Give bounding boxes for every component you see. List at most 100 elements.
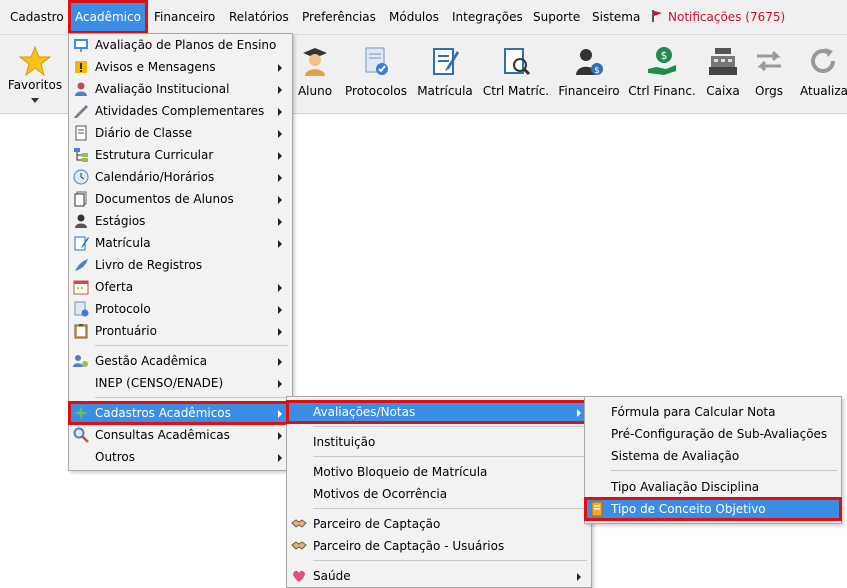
- toolbar-ctrl-financ-button[interactable]: $ Ctrl Financ.: [628, 35, 696, 113]
- submenu-item-label: Instituição: [313, 435, 376, 449]
- menu-relatorios[interactable]: Relatórios: [229, 0, 289, 34]
- menu-academico[interactable]: Acadêmico: [68, 0, 148, 34]
- toolbar-protocolos-label: Protocolos: [345, 84, 407, 98]
- hand-money-icon: $: [648, 47, 676, 75]
- menu-item-outros[interactable]: Outros: [69, 446, 292, 468]
- menu-item-label: Oferta: [95, 280, 134, 294]
- favoritos-label: Favoritos: [7, 78, 63, 92]
- menu-item-calendario-horarios[interactable]: Calendário/Horários: [69, 166, 292, 188]
- menu-item-oferta[interactable]: Oferta: [69, 276, 292, 298]
- menu-item-gestao-academica[interactable]: Gestão Acadêmica: [69, 350, 292, 372]
- menu-item-documentos-alunos[interactable]: Documentos de Alunos: [69, 188, 292, 210]
- notifications-button[interactable]: Notificações (7675): [652, 0, 785, 34]
- menu-item-label: Matrícula: [95, 236, 151, 250]
- toolbar-ctrl-matric-button[interactable]: Ctrl Matríc.: [482, 35, 550, 113]
- svg-text:$: $: [661, 49, 668, 62]
- submenu-item-label: Sistema de Avaliação: [611, 449, 740, 463]
- toolbar-financeiro-button[interactable]: $ Financeiro: [557, 35, 621, 113]
- menu-item-consultas-academicas[interactable]: Consultas Acadêmicas: [69, 424, 292, 446]
- toolbar-caixa-label: Caixa: [706, 84, 740, 98]
- submenu-item-tipo-avaliacao-disciplina[interactable]: Tipo Avaliação Disciplina: [585, 476, 841, 498]
- presentation-icon: [74, 39, 88, 52]
- menu-item-protocolo[interactable]: Protocolo: [69, 298, 292, 320]
- toolbar-aluno-button[interactable]: Aluno: [293, 35, 337, 113]
- menu-cadastro[interactable]: Cadastro: [10, 0, 64, 34]
- submenu-item-parceiro-captacao[interactable]: Parceiro de Captação: [287, 513, 591, 535]
- menu-separator: [611, 470, 837, 471]
- menu-item-inep[interactable]: INEP (CENSO/ENADE): [69, 372, 292, 394]
- menu-item-label: Calendário/Horários: [95, 170, 215, 184]
- toolbar-ctrl-financ-label: Ctrl Financ.: [628, 84, 696, 98]
- submenu-item-sistema-avaliacao[interactable]: Sistema de Avaliação: [585, 445, 841, 467]
- menu-separator: [95, 345, 288, 346]
- submenu-item-parceiro-captacao-usuarios[interactable]: Parceiro de Captação - Usuários: [287, 535, 591, 557]
- menu-sistema[interactable]: Sistema: [592, 0, 640, 34]
- submenu-arrow-icon: [278, 86, 282, 94]
- menu-integracoes[interactable]: Integrações: [452, 0, 523, 34]
- document-search-icon: [504, 48, 531, 76]
- menu-item-cadastros-academicos[interactable]: Cadastros Acadêmicos: [68, 401, 293, 425]
- submenu-item-pre-configuracao[interactable]: Pré-Configuração de Sub-Avaliações: [585, 423, 841, 445]
- submenu-arrow-icon: [278, 108, 282, 116]
- flag-icon: [652, 10, 662, 22]
- toolbar-ctrl-matric-label: Ctrl Matríc.: [482, 84, 550, 98]
- submenu-arrow-icon: [278, 196, 282, 204]
- submenu-item-label: Motivo Bloqueio de Matrícula: [313, 465, 488, 479]
- avaliacoes-notas-submenu: Fórmula para Calcular Nota Pré-Configura…: [584, 396, 842, 524]
- submenu-arrow-icon: [278, 358, 282, 366]
- star-icon: [19, 45, 51, 77]
- menu-item-prontuario[interactable]: Prontuário: [69, 320, 292, 342]
- menu-item-estrutura-curricular[interactable]: Estrutura Curricular: [69, 144, 292, 166]
- user-money-icon: $: [576, 49, 603, 76]
- note-icon: [591, 501, 603, 517]
- submenu-item-saude[interactable]: Saúde: [287, 565, 591, 587]
- menu-suporte[interactable]: Suporte: [533, 0, 580, 34]
- handshake-icon: [291, 519, 307, 528]
- toolbar-orgs-button[interactable]: Orgs: [750, 35, 788, 113]
- favoritos-button[interactable]: Favoritos: [4, 35, 66, 113]
- submenu-item-motivo-bloqueio[interactable]: Motivo Bloqueio de Matrícula: [287, 461, 591, 483]
- menu-item-avaliacao-institucional[interactable]: Avaliação Institucional: [69, 78, 292, 100]
- submenu-arrow-icon: [278, 152, 282, 160]
- menu-item-label: Gestão Acadêmica: [95, 354, 208, 368]
- submenu-item-avaliacoes-notas[interactable]: Avaliações/Notas: [286, 400, 592, 424]
- clipboard-icon: [74, 324, 88, 339]
- toolbar-atualizar-button[interactable]: Atualizar: [798, 35, 847, 113]
- menu-item-label: Atividades Complementares: [95, 104, 265, 118]
- menu-financeiro[interactable]: Financeiro: [154, 0, 215, 34]
- menu-item-livro-registros[interactable]: Livro de Registros: [69, 254, 292, 276]
- menu-separator: [313, 426, 587, 427]
- menu-item-label: Outros: [95, 450, 136, 464]
- calendar-icon: [73, 280, 89, 295]
- toolbar-matricula-button[interactable]: Matrícula: [416, 35, 474, 113]
- submenu-item-instituicao[interactable]: Instituição: [287, 431, 591, 453]
- menu-preferencias[interactable]: Preferências: [302, 0, 376, 34]
- menu-item-estagios[interactable]: Estágios: [69, 210, 292, 232]
- submenu-item-motivos-ocorrencia[interactable]: Motivos de Ocorrência: [287, 483, 591, 505]
- menu-modulos[interactable]: Módulos: [389, 0, 439, 34]
- submenu-arrow-icon: [278, 454, 282, 462]
- menu-item-atividades-complementares[interactable]: Atividades Complementares: [69, 100, 292, 122]
- svg-text:$: $: [594, 66, 600, 76]
- menu-separator: [313, 560, 587, 561]
- menu-separator: [313, 508, 587, 509]
- menu-item-label: Diário de Classe: [95, 126, 193, 140]
- submenu-arrow-icon: [278, 64, 282, 72]
- submenu-item-tipo-conceito-objetivo[interactable]: Tipo de Conceito Objetivo: [584, 497, 842, 521]
- menu-item-avisos[interactable]: Avisos e Mensagens: [69, 56, 292, 78]
- cash-register-icon: [709, 48, 737, 75]
- menu-item-avaliacao-planos[interactable]: Avaliação de Planos de Ensino: [69, 34, 292, 56]
- users-gear-icon: [73, 355, 88, 367]
- clock-icon: [73, 169, 89, 185]
- submenu-item-formula-calcular-nota[interactable]: Fórmula para Calcular Nota: [585, 401, 841, 423]
- submenu-arrow-icon: [278, 306, 282, 314]
- toolbar-financeiro-label: Financeiro: [558, 84, 620, 98]
- menu-item-diario-classe[interactable]: Diário de Classe: [69, 122, 292, 144]
- toolbar-caixa-button[interactable]: Caixa: [702, 35, 744, 113]
- menu-item-matricula[interactable]: Matrícula: [69, 232, 292, 254]
- document-pen-icon: [433, 48, 459, 75]
- toolbar-protocolos-button[interactable]: Protocolos: [344, 35, 408, 113]
- submenu-arrow-icon: [577, 573, 581, 581]
- submenu-arrow-icon: [278, 380, 282, 388]
- menu-separator: [313, 456, 587, 457]
